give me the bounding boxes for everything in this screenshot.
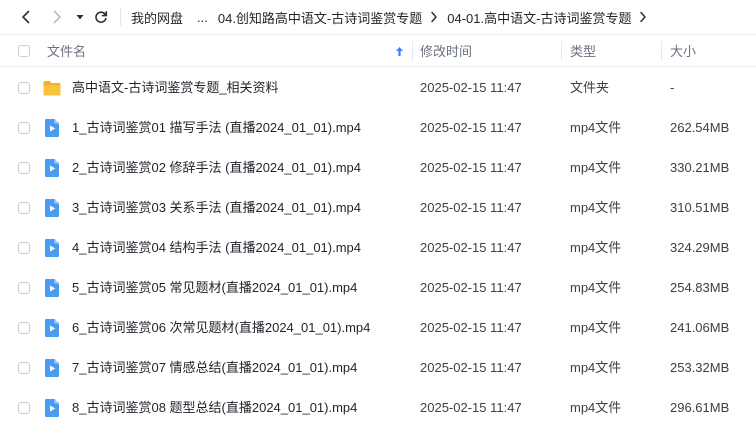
refresh-icon: [95, 11, 108, 23]
column-divider: [561, 41, 562, 61]
video-file-icon: [45, 399, 59, 417]
file-row-video[interactable]: 1_古诗词鉴赏01 描写手法 (直播2024_01_01).mp4 2025-0…: [0, 108, 756, 148]
row-checkbox[interactable]: [18, 122, 30, 134]
folder-icon: [43, 81, 61, 96]
toolbar-divider: [120, 8, 121, 26]
file-size: 310.51MB: [670, 200, 730, 215]
file-size: 296.61MB: [670, 400, 730, 415]
file-name[interactable]: 7_古诗词鉴赏07 情感总结(直播2024_01_01).mp4: [72, 348, 357, 388]
file-row-video[interactable]: 4_古诗词鉴赏04 结构手法 (直播2024_01_01).mp4 2025-0…: [0, 228, 756, 268]
video-file-icon: [45, 119, 59, 137]
file-name[interactable]: 3_古诗词鉴赏03 关系手法 (直播2024_01_01).mp4: [72, 188, 361, 228]
file-type: mp4文件: [570, 200, 622, 215]
file-list-header: 文件名 修改时间 类型 大小: [0, 34, 756, 67]
file-modified: 2025-02-15 11:47: [420, 280, 522, 295]
column-divider: [412, 41, 413, 61]
file-size: 324.29MB: [670, 240, 730, 255]
file-size: 253.32MB: [670, 360, 730, 375]
row-checkbox[interactable]: [18, 202, 30, 214]
file-size: 262.54MB: [670, 120, 730, 135]
file-row-video[interactable]: 7_古诗词鉴赏07 情感总结(直播2024_01_01).mp4 2025-02…: [0, 348, 756, 388]
video-file-icon: [45, 359, 59, 377]
chevron-right-icon: [430, 11, 438, 23]
column-header-name-label: 文件名: [47, 44, 87, 59]
history-dropdown-button[interactable]: [70, 7, 90, 27]
file-name[interactable]: 6_古诗词鉴赏06 次常见题材(直播2024_01_01).mp4: [72, 308, 370, 348]
breadcrumb: 我的网盘 ... 04.创知路高中语文-古诗词鉴赏专题 04-01.高中语文-古…: [131, 0, 656, 34]
file-modified: 2025-02-15 11:47: [420, 320, 522, 335]
file-name[interactable]: 4_古诗词鉴赏04 结构手法 (直播2024_01_01).mp4: [72, 228, 361, 268]
file-name[interactable]: 1_古诗词鉴赏01 描写手法 (直播2024_01_01).mp4: [72, 108, 361, 148]
select-all-checkbox-cell: [18, 35, 30, 66]
column-header-size[interactable]: 大小: [670, 35, 696, 66]
file-size: 254.83MB: [670, 280, 730, 295]
select-all-checkbox[interactable]: [18, 44, 30, 57]
row-checkbox[interactable]: [18, 162, 30, 174]
video-file-icon: [45, 199, 59, 217]
file-row-video[interactable]: 2_古诗词鉴赏02 修辞手法 (直播2024_01_01).mp4 2025-0…: [0, 148, 756, 188]
file-type: mp4文件: [570, 160, 622, 175]
breadcrumb-item-current[interactable]: 04-01.高中语文-古诗词鉴赏专题: [447, 8, 631, 27]
row-checkbox[interactable]: [18, 322, 30, 334]
file-type: mp4文件: [570, 280, 622, 295]
row-checkbox[interactable]: [18, 362, 30, 374]
video-file-icon: [45, 239, 59, 257]
file-type: mp4文件: [570, 400, 622, 415]
file-modified: 2025-02-15 11:47: [420, 120, 522, 135]
breadcrumb-item-parent[interactable]: 04.创知路高中语文-古诗词鉴赏专题: [218, 8, 422, 27]
column-header-modified-label: 修改时间: [420, 44, 473, 59]
file-modified: 2025-02-15 11:47: [420, 240, 522, 255]
row-checkbox[interactable]: [18, 82, 30, 94]
caret-down-icon: [76, 15, 84, 20]
file-type: mp4文件: [570, 360, 622, 375]
file-type: mp4文件: [570, 240, 622, 255]
file-size: -: [670, 80, 675, 95]
breadcrumb-ellipsis[interactable]: ...: [197, 10, 208, 25]
file-modified: 2025-02-15 11:47: [420, 360, 522, 375]
chevron-right-icon: [53, 10, 61, 24]
file-type: mp4文件: [570, 120, 622, 135]
chevron-left-icon: [22, 10, 30, 24]
file-modified: 2025-02-15 11:47: [420, 200, 522, 215]
sort-ascending-icon: [395, 45, 404, 60]
file-size: 241.06MB: [670, 320, 730, 335]
file-type: mp4文件: [570, 320, 622, 335]
file-row-video[interactable]: 3_古诗词鉴赏03 关系手法 (直播2024_01_01).mp4 2025-0…: [0, 188, 756, 228]
column-header-modified[interactable]: 修改时间: [420, 35, 472, 66]
file-row-folder[interactable]: 高中语文-古诗词鉴赏专题_相关资料 2025-02-15 11:47 文件夹 -: [0, 68, 756, 108]
file-row-video[interactable]: 5_古诗词鉴赏05 常见题材(直播2024_01_01).mp4 2025-02…: [0, 268, 756, 308]
file-name[interactable]: 2_古诗词鉴赏02 修辞手法 (直播2024_01_01).mp4: [72, 148, 361, 188]
chevron-right-icon: [639, 11, 647, 23]
row-checkbox[interactable]: [18, 242, 30, 254]
column-header-name[interactable]: 文件名: [47, 35, 412, 66]
column-header-type-label: 类型: [570, 44, 597, 59]
file-modified: 2025-02-15 11:47: [420, 400, 522, 415]
breadcrumb-root[interactable]: 我的网盘: [131, 8, 183, 27]
forward-button[interactable]: [47, 7, 67, 27]
column-header-type[interactable]: 类型: [570, 35, 596, 66]
toolbar: 我的网盘 ... 04.创知路高中语文-古诗词鉴赏专题 04-01.高中语文-古…: [0, 0, 756, 34]
file-modified: 2025-02-15 11:47: [420, 80, 522, 95]
file-name[interactable]: 5_古诗词鉴赏05 常见题材(直播2024_01_01).mp4: [72, 268, 357, 308]
file-size: 330.21MB: [670, 160, 730, 175]
refresh-button[interactable]: [91, 7, 111, 27]
column-divider: [661, 41, 662, 61]
column-header-size-label: 大小: [670, 44, 697, 59]
file-name[interactable]: 高中语文-古诗词鉴赏专题_相关资料: [72, 68, 279, 108]
file-row-video[interactable]: 8_古诗词鉴赏08 题型总结(直播2024_01_01).mp4 2025-02…: [0, 388, 756, 428]
row-checkbox[interactable]: [18, 282, 30, 294]
video-file-icon: [45, 159, 59, 177]
row-checkbox[interactable]: [18, 402, 30, 414]
video-file-icon: [45, 319, 59, 337]
file-type: 文件夹: [570, 80, 610, 95]
file-row-video[interactable]: 6_古诗词鉴赏06 次常见题材(直播2024_01_01).mp4 2025-0…: [0, 308, 756, 348]
file-name[interactable]: 8_古诗词鉴赏08 题型总结(直播2024_01_01).mp4: [72, 388, 357, 428]
back-button[interactable]: [16, 7, 36, 27]
file-modified: 2025-02-15 11:47: [420, 160, 522, 175]
video-file-icon: [45, 279, 59, 297]
